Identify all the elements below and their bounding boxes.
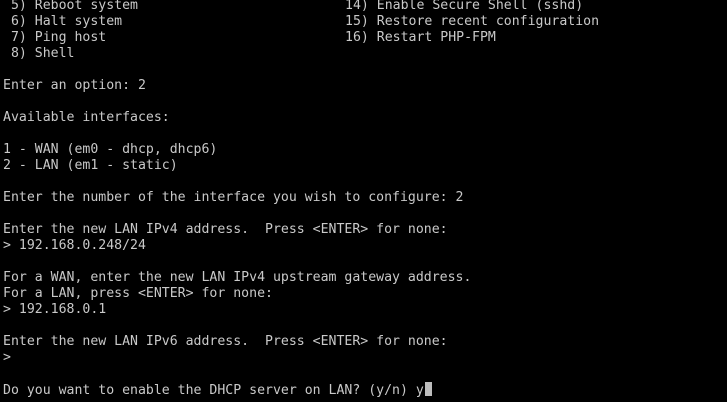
ipv4-address-value: > 192.168.0.248/24 (3, 238, 146, 253)
menu-item-halt-system: 6) Halt system (3, 14, 123, 29)
dhcp-enable-input[interactable]: y (416, 383, 424, 398)
menu-item-restart-php-fpm: 16) Restart PHP-FPM (345, 30, 496, 45)
available-interfaces-heading: Available interfaces: (3, 110, 170, 125)
dhcp-enable-prompt-line[interactable]: Do you want to enable the DHCP server on… (3, 382, 432, 398)
gateway-prompt-lan: For a LAN, press <ENTER> for none: (3, 286, 273, 301)
interface-wan: 1 - WAN (em0 - dhcp, dhcp6) (3, 142, 218, 157)
dhcp-enable-prompt: Do you want to enable the DHCP server on… (3, 383, 416, 398)
ipv4-address-prompt: Enter the new LAN IPv4 address. Press <E… (3, 222, 448, 237)
interface-lan: 2 - LAN (em1 - static) (3, 158, 178, 173)
interface-number-prompt: Enter the number of the interface you wi… (3, 190, 464, 205)
gateway-value: > 192.168.0.1 (3, 302, 107, 317)
ipv6-address-value: > (3, 350, 11, 365)
menu-item-enable-sshd: 14) Enable Secure Shell (sshd) (345, 0, 584, 13)
menu-item-ping-host: 7) Ping host (3, 30, 107, 45)
terminal-console[interactable]: 5) Reboot system 14) Enable Secure Shell… (0, 0, 727, 402)
menu-item-reboot-system: 5) Reboot system (3, 0, 138, 13)
option-prompt: Enter an option: 2 (3, 78, 146, 93)
menu-item-restore-configuration: 15) Restore recent configuration (345, 14, 600, 29)
text-cursor (424, 382, 432, 396)
ipv6-address-prompt: Enter the new LAN IPv6 address. Press <E… (3, 334, 448, 349)
gateway-prompt-wan: For a WAN, enter the new LAN IPv4 upstre… (3, 270, 472, 285)
menu-item-shell: 8) Shell (3, 46, 75, 61)
